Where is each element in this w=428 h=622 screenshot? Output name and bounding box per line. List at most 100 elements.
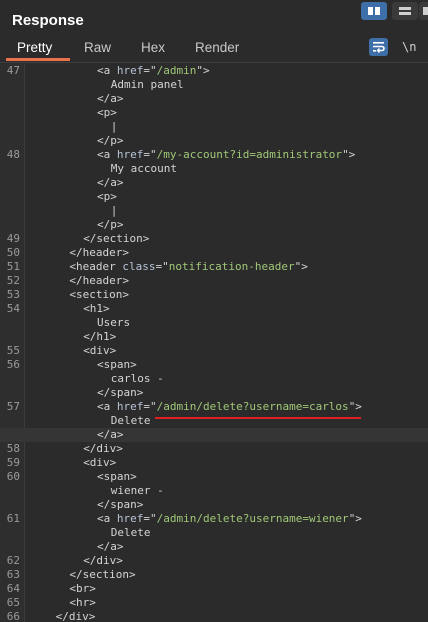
code-line[interactable]: </p> — [0, 218, 428, 232]
code-line[interactable]: </a> — [0, 92, 428, 106]
tab-render[interactable]: Render — [195, 40, 239, 55]
attribute-value: /admin/delete?username=carlos — [156, 400, 349, 413]
line-number: 61 — [6, 512, 20, 525]
line-number: 60 — [6, 470, 20, 483]
code-line[interactable]: 55 <div> — [0, 344, 428, 358]
code-token: Users — [97, 316, 131, 329]
code-line[interactable]: <p> — [0, 190, 428, 204]
code-text: <header class="notification-header"> — [69, 260, 307, 274]
code-line[interactable]: 59 <div> — [0, 456, 428, 470]
code-line[interactable]: </a> — [0, 176, 428, 190]
code-line[interactable]: </a> — [0, 540, 428, 554]
code-text: Delete — [111, 414, 151, 428]
code-line[interactable]: </a> — [0, 428, 428, 442]
code-line[interactable]: 57 <a href="/admin/delete?username=carlos… — [0, 400, 428, 414]
code-line[interactable]: 54 <h1> — [0, 302, 428, 316]
code-token: | — [110, 204, 118, 217]
split-view-button[interactable] — [361, 2, 387, 20]
code-text: </header> — [69, 274, 129, 288]
code-line[interactable]: 49 </section> — [0, 232, 428, 246]
line-number: 56 — [6, 358, 20, 371]
single-view-button[interactable] — [419, 2, 428, 20]
code-line[interactable]: </span> — [0, 386, 428, 400]
line-number: 51 — [6, 260, 20, 273]
attribute-name: href — [116, 148, 144, 161]
code-text: <a href="/admin"> — [97, 64, 210, 78]
code-token: <section> — [69, 288, 129, 301]
code-token: =" — [143, 64, 157, 77]
code-line[interactable]: 53 <section> — [0, 288, 428, 302]
code-line[interactable]: 48 <a href="/my-account?id=administrator"… — [0, 148, 428, 162]
code-token: Admin panel — [110, 78, 184, 91]
code-text: | — [111, 204, 118, 218]
code-line[interactable]: <p> — [0, 106, 428, 120]
code-text: <div> — [83, 344, 116, 358]
code-token: </section> — [83, 232, 150, 245]
code-line[interactable]: 56 <span> — [0, 358, 428, 372]
code-line[interactable]: 61 <a href="/admin/delete?username=wiener… — [0, 512, 428, 526]
code-token: <span> — [97, 358, 137, 371]
code-text: | — [111, 120, 118, 134]
code-line[interactable]: Delete — [0, 526, 428, 540]
code-line[interactable]: 60 <span> — [0, 470, 428, 484]
code-token: =" — [143, 148, 157, 161]
code-token: </div> — [83, 442, 123, 455]
code-text: </a> — [97, 428, 124, 442]
tab-raw[interactable]: Raw — [84, 40, 111, 55]
code-token: </span> — [97, 386, 144, 399]
code-line[interactable]: 66 </div> — [0, 610, 428, 622]
code-line[interactable]: | — [0, 120, 428, 134]
code-token: "> — [342, 148, 356, 161]
code-token: =" — [143, 400, 157, 413]
code-line[interactable]: Users — [0, 316, 428, 330]
word-wrap-button[interactable] — [369, 38, 388, 56]
wrap-lines-icon — [373, 42, 385, 53]
code-token: =" — [155, 260, 169, 273]
code-line[interactable]: </h1> — [0, 330, 428, 344]
code-text: </a> — [97, 92, 124, 106]
code-line[interactable]: carlos - — [0, 372, 428, 386]
code-line[interactable]: </span> — [0, 498, 428, 512]
code-line[interactable]: 65 <hr> — [0, 596, 428, 610]
code-line[interactable]: 64 <br> — [0, 582, 428, 596]
code-line[interactable]: 62 </div> — [0, 554, 428, 568]
code-token: <a — [97, 512, 117, 525]
code-editor[interactable]: 47 <a href="/admin"> Admin panel </a> <p> | </… — [0, 64, 428, 622]
code-text: <a href="/admin/delete?username=carlos"> — [97, 400, 362, 414]
show-newlines-toggle[interactable]: \n — [402, 40, 416, 54]
attribute-name: href — [116, 512, 144, 525]
code-text: </h1> — [83, 330, 116, 344]
code-line[interactable]: 52 </header> — [0, 274, 428, 288]
code-line[interactable]: 47 <a href="/admin"> — [0, 64, 428, 78]
attribute-value: /my-account?id=administrator — [156, 148, 343, 161]
code-line[interactable]: 63 </section> — [0, 568, 428, 582]
code-text: </p> — [97, 134, 124, 148]
rows-icon — [399, 7, 411, 15]
code-text: <span> — [97, 470, 137, 484]
response-header: Response — [0, 0, 428, 34]
code-token: carlos - — [110, 372, 164, 385]
code-token: Delete — [110, 526, 151, 539]
code-token: My account — [110, 162, 178, 175]
code-line[interactable]: 58 </div> — [0, 442, 428, 456]
rows-view-button[interactable] — [392, 2, 418, 20]
code-line[interactable]: | — [0, 204, 428, 218]
tab-hex[interactable]: Hex — [141, 40, 165, 55]
code-token: "> — [348, 400, 362, 413]
code-token: </a> — [97, 540, 124, 553]
code-token: </div> — [55, 610, 96, 622]
code-line[interactable]: 51 <header class="notification-header"> — [0, 260, 428, 274]
code-line[interactable]: wiener - — [0, 484, 428, 498]
code-text: <section> — [69, 288, 129, 302]
panel-title: Response — [12, 12, 84, 29]
code-text: <br> — [69, 582, 96, 596]
line-number: 48 — [6, 148, 20, 161]
code-line[interactable]: 50 </header> — [0, 246, 428, 260]
line-number: 63 — [6, 568, 20, 581]
tab-pretty[interactable]: Pretty — [17, 40, 52, 55]
code-text: Users — [97, 316, 130, 330]
code-line[interactable]: </p> — [0, 134, 428, 148]
code-token: <header — [69, 260, 123, 273]
code-line[interactable]: My account — [0, 162, 428, 176]
code-line[interactable]: Admin panel — [0, 78, 428, 92]
